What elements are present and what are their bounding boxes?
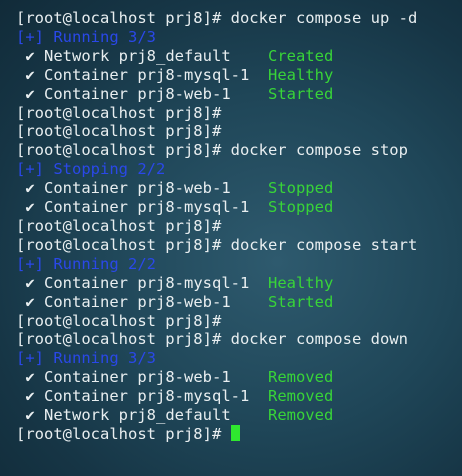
check-icon: ✔ — [25, 273, 35, 292]
check-icon: ✔ — [25, 406, 35, 425]
resource-label: Container prj8-mysql-1 — [34, 65, 268, 84]
terminal-line-status: ✔ Network prj8_default Removed — [16, 406, 462, 425]
terminal-line-prompt: [root@localhost prj8]# docker compose st… — [16, 236, 462, 255]
terminal-line-prompt: [root@localhost prj8]# — [16, 122, 462, 141]
terminal-window[interactable]: [root@localhost prj8]# docker compose up… — [0, 0, 462, 476]
resource-state: Created — [267, 46, 334, 65]
resource-label: Container prj8-web-1 — [34, 84, 268, 103]
resource-state: Removed — [267, 406, 334, 425]
terminal-line-status: ✔ Container prj8-mysql-1 Removed — [16, 387, 462, 406]
progress-header: [+] Running 3/3 — [16, 349, 156, 368]
prompt: [root@localhost prj8]# — [16, 216, 222, 235]
terminal-line-status: ✔ Container prj8-mysql-1 Stopped — [16, 198, 462, 217]
prompt: [root@localhost prj8]# — [16, 235, 222, 254]
resource-label: Container prj8-mysql-1 — [34, 387, 268, 406]
resource-state: Stopped — [267, 179, 334, 198]
resource-label: Container prj8-web-1 — [34, 368, 268, 387]
prompt: [root@localhost prj8]# — [16, 9, 222, 27]
terminal-line-status: ✔ Network prj8_default Created — [16, 47, 462, 66]
resource-label: Container prj8-mysql-1 — [34, 198, 268, 217]
command: docker compose down — [221, 330, 408, 349]
command: docker compose stop — [221, 141, 408, 160]
resource-state: Started — [267, 84, 334, 103]
resource-state: Removed — [267, 387, 334, 406]
resource-label: Container prj8-web-1 — [34, 292, 268, 311]
terminal-line-prompt: [root@localhost prj8]# docker compose up… — [16, 9, 462, 28]
check-icon: ✔ — [25, 387, 35, 406]
prompt: [root@localhost prj8]# — [16, 311, 222, 330]
terminal-line-prompt: [root@localhost prj8]# — [16, 217, 462, 236]
cursor-block — [230, 424, 240, 441]
prompt: [root@localhost prj8]# — [16, 330, 222, 349]
resource-label: Network prj8_default — [34, 46, 268, 65]
terminal-line-prompt: [root@localhost prj8]# docker compose do… — [16, 330, 462, 349]
resource-state: Stopped — [267, 198, 334, 217]
terminal-line-prompt-active[interactable]: [root@localhost prj8]# — [16, 424, 462, 444]
prompt: [root@localhost prj8]# — [16, 103, 222, 122]
terminal-line-header: [+] Running 2/2 — [16, 255, 462, 274]
check-icon: ✔ — [25, 198, 35, 217]
command: docker compose up -d — [221, 9, 418, 27]
check-icon: ✔ — [25, 368, 35, 387]
terminal-line-status: ✔ Container prj8-mysql-1 Healthy — [16, 274, 462, 293]
command: docker compose start — [221, 235, 418, 254]
check-icon: ✔ — [25, 65, 35, 84]
terminal-line-header: [+] Stopping 2/2 — [16, 160, 462, 179]
check-icon: ✔ — [25, 46, 35, 65]
resource-label: Container prj8-mysql-1 — [34, 273, 268, 292]
prompt: [root@localhost prj8]# — [16, 424, 222, 443]
terminal-line-status: ✔ Container prj8-web-1 Stopped — [16, 179, 462, 198]
terminal-line-prompt: [root@localhost prj8]# — [16, 104, 462, 123]
progress-header: [+] Running 2/2 — [16, 254, 156, 273]
terminal-line-status: ✔ Container prj8-web-1 Started — [16, 85, 462, 104]
terminal-line-prompt: [root@localhost prj8]# docker compose st… — [16, 141, 462, 160]
progress-header: [+] Running 3/3 — [16, 27, 156, 46]
resource-state: Healthy — [267, 273, 334, 292]
terminal-line-header: [+] Running 3/3 — [16, 349, 462, 368]
terminal-line-status: ✔ Container prj8-web-1 Started — [16, 293, 462, 312]
prompt: [root@localhost prj8]# — [16, 141, 222, 160]
progress-header: [+] Stopping 2/2 — [16, 160, 166, 179]
terminal-line-status: ✔ Container prj8-mysql-1 Healthy — [16, 66, 462, 85]
terminal-line-status: ✔ Container prj8-web-1 Removed — [16, 368, 462, 387]
resource-state: Removed — [267, 368, 334, 387]
command-input[interactable] — [221, 425, 230, 443]
resource-state: Healthy — [267, 65, 334, 84]
resource-label: Container prj8-web-1 — [34, 179, 268, 198]
check-icon: ✔ — [25, 84, 35, 103]
prompt: [root@localhost prj8]# — [16, 122, 222, 141]
terminal-line-header: [+] Running 3/3 — [16, 28, 462, 47]
check-icon: ✔ — [25, 179, 35, 198]
check-icon: ✔ — [25, 292, 35, 311]
terminal-line-prompt: [root@localhost prj8]# — [16, 312, 462, 331]
resource-label: Network prj8_default — [34, 406, 268, 425]
resource-state: Started — [267, 292, 334, 311]
